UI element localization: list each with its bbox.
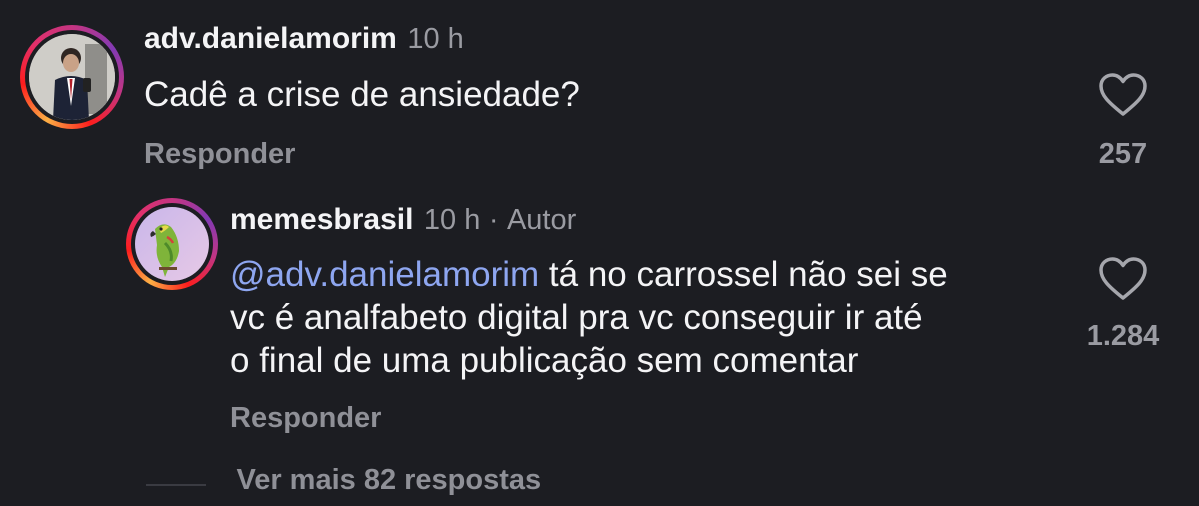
comment-text: Cadê a crise de ansiedade? — [144, 75, 580, 114]
avatar[interactable] — [29, 34, 115, 120]
comment-text-line: tá no carrossel não sei se — [539, 255, 948, 294]
like-count: 257 — [1098, 138, 1148, 170]
avatar[interactable] — [135, 207, 209, 281]
reply-button[interactable]: Responder — [230, 402, 381, 435]
meta-separator: · — [488, 204, 499, 236]
heart-outline-icon[interactable] — [1098, 256, 1148, 302]
divider-line — [146, 483, 206, 486]
view-more-replies[interactable]: Ver mais 82 respostas — [146, 464, 541, 497]
reply-button[interactable]: Responder — [144, 138, 295, 171]
comment-timestamp: 10 h — [423, 204, 481, 236]
comment-text: @adv.danielamorim tá no carrossel não se… — [230, 253, 948, 382]
comment-text-line: vc é analfabeto digital pra vc conseguir… — [230, 298, 923, 337]
author-badge: Autor — [506, 204, 577, 236]
comment-timestamp: 10 h — [407, 23, 464, 55]
view-more-replies-label[interactable]: Ver mais 82 respostas — [236, 464, 541, 496]
like-count: 1.284 — [1086, 320, 1160, 352]
comment-text-line: o final de uma publicação sem comentar — [230, 341, 859, 380]
comment-username[interactable]: memesbrasil — [230, 203, 413, 236]
mention-link[interactable]: @adv.danielamorim — [230, 255, 539, 294]
user-photo-icon — [29, 34, 115, 120]
heart-outline-icon[interactable] — [1098, 72, 1148, 118]
comment-username[interactable]: adv.danielamorim — [144, 22, 397, 55]
parrot-icon — [135, 207, 209, 281]
